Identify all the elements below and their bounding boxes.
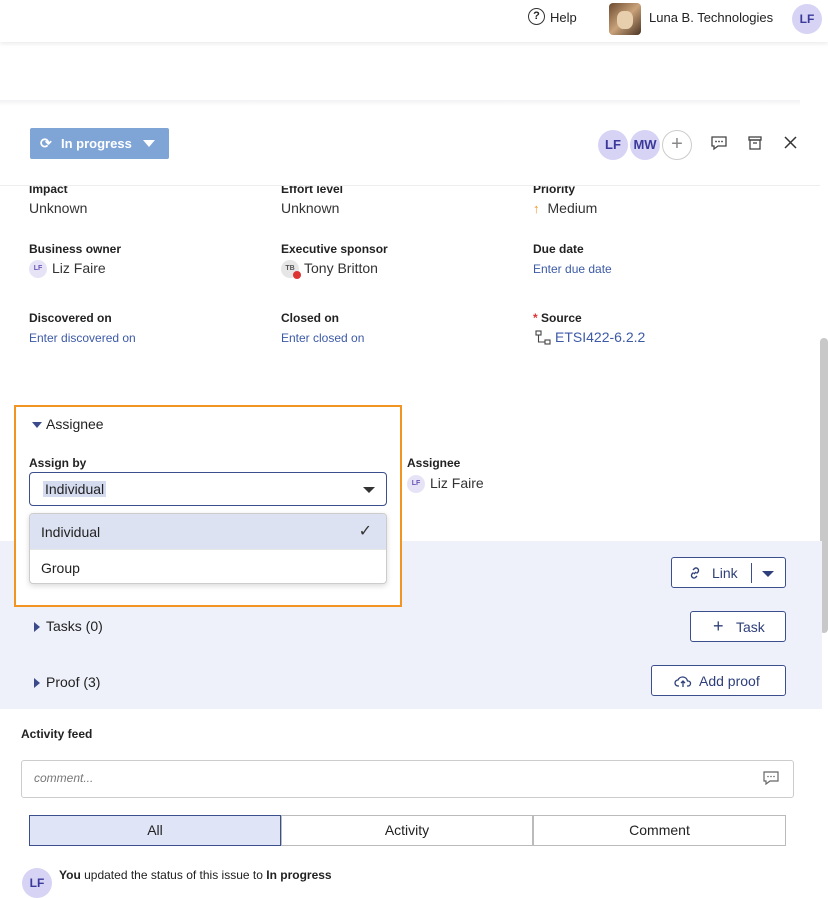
proof-label: Proof (3)	[46, 674, 101, 690]
business-owner-label: Business owner	[29, 242, 122, 256]
effort-value[interactable]: Unknown	[281, 200, 339, 216]
assignee-field[interactable]: LF Liz Faire	[407, 475, 484, 494]
due-date-input[interactable]: Enter due date	[533, 262, 612, 276]
add-task-button[interactable]: + Task	[690, 611, 786, 642]
task-label: Task	[736, 619, 765, 635]
status-button[interactable]: ⟳ In progress	[30, 128, 169, 159]
feed-avatar: LF	[22, 868, 52, 898]
status-label: In progress	[61, 136, 132, 151]
priority-value: Medium	[547, 200, 598, 216]
assignee-label: Assignee	[407, 456, 461, 470]
tab-all[interactable]: All	[29, 815, 281, 846]
comment-icon[interactable]	[711, 136, 727, 155]
assign-by-value: Individual	[43, 481, 107, 497]
source-label: * Source	[533, 311, 582, 325]
add-proof-label: Add proof	[699, 673, 760, 689]
help-icon[interactable]: ?	[528, 8, 545, 25]
assignee-toggle[interactable]: Assignee	[32, 416, 104, 432]
closed-on-input[interactable]: Enter closed on	[281, 331, 364, 345]
caret-down-icon[interactable]	[762, 571, 774, 577]
assign-by-label: Assign by	[29, 456, 87, 470]
comment-placeholder: comment...	[34, 771, 94, 785]
proof-toggle[interactable]: Proof (3)	[34, 674, 100, 690]
required-mark: *	[533, 311, 538, 325]
close-icon[interactable]	[784, 136, 797, 153]
expand-icon	[34, 678, 40, 689]
avatar: LF	[407, 475, 425, 494]
priority-field[interactable]: ↑ Medium	[533, 200, 597, 216]
cloud-upload-icon	[674, 676, 692, 687]
header-mask	[0, 160, 828, 186]
top-bar: ? Help Luna B. Technologies LF	[0, 0, 828, 42]
source-field[interactable]: ETSI422-6.2.2	[535, 329, 645, 346]
business-owner-value: Liz Faire	[52, 260, 106, 276]
option-group[interactable]: Group	[30, 550, 386, 583]
caret-down-icon	[143, 140, 155, 147]
assignee-avatar-mw[interactable]: MW	[630, 130, 660, 160]
org-name[interactable]: Luna B. Technologies	[649, 10, 773, 25]
assignee-value: Liz Faire	[430, 475, 484, 491]
avatar: TB	[281, 260, 301, 280]
add-person-icon[interactable]: +	[662, 130, 692, 160]
caret-down-icon	[363, 487, 375, 493]
hierarchy-icon	[535, 330, 551, 345]
feed-item-text: You updated the status of this issue to …	[59, 868, 332, 882]
user-avatar[interactable]: LF	[792, 4, 822, 34]
check-icon: ✓	[358, 523, 372, 540]
tab-activity[interactable]: Activity	[281, 815, 533, 846]
tasks-toggle[interactable]: Tasks (0)	[34, 618, 103, 634]
add-proof-button[interactable]: Add proof	[651, 665, 786, 696]
option-individual[interactable]: Individual ✓	[30, 514, 386, 549]
source-value: ETSI422-6.2.2	[555, 329, 646, 345]
archive-icon[interactable]	[748, 136, 762, 154]
divider	[0, 100, 800, 106]
assignee-section-title: Assignee	[46, 416, 104, 432]
executive-sponsor-label: Executive sponsor	[281, 242, 388, 256]
link-icon	[690, 567, 700, 579]
assign-by-select[interactable]: Individual	[29, 472, 387, 506]
tab-comment[interactable]: Comment	[533, 815, 786, 846]
header-border	[0, 185, 820, 186]
assignee-avatar-lf[interactable]: LF	[598, 130, 628, 160]
sync-icon: ⟳	[40, 135, 52, 151]
discovered-on-input[interactable]: Enter discovered on	[29, 331, 136, 345]
plus-icon: +	[713, 616, 724, 636]
link-button[interactable]: Link	[671, 557, 786, 588]
executive-sponsor-value: Tony Britton	[304, 260, 378, 276]
activity-feed-title: Activity feed	[21, 727, 93, 741]
expand-icon	[34, 622, 40, 633]
help-link[interactable]: Help	[550, 10, 577, 25]
arrow-up-icon: ↑	[533, 201, 540, 216]
closed-on-label: Closed on	[281, 311, 340, 325]
avatar: LF	[29, 260, 47, 279]
collapse-icon	[32, 422, 42, 429]
tasks-label: Tasks (0)	[46, 618, 103, 634]
comment-input[interactable]: comment...	[21, 760, 794, 798]
assign-by-dropdown: Individual ✓ Group	[29, 513, 387, 584]
link-label: Link	[712, 565, 738, 581]
executive-sponsor-field[interactable]: TB Tony Britton	[281, 260, 378, 280]
discovered-on-label: Discovered on	[29, 311, 112, 325]
impact-value[interactable]: Unknown	[29, 200, 87, 216]
comment-icon	[763, 771, 779, 788]
business-owner-field[interactable]: LF Liz Faire	[29, 260, 106, 279]
due-date-label: Due date	[533, 242, 584, 256]
org-avatar[interactable]	[609, 3, 641, 35]
